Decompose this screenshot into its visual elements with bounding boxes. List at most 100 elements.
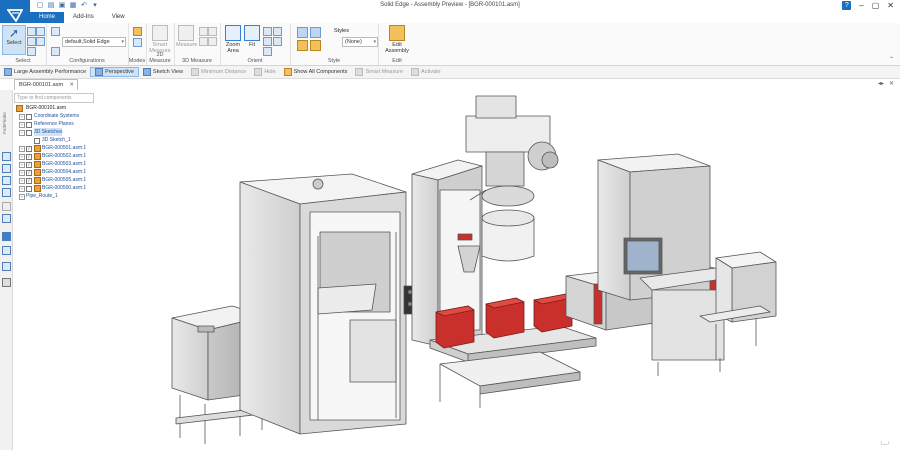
material-icon[interactable]	[297, 40, 308, 51]
save-config-icon[interactable]	[51, 47, 60, 56]
subassembly-icon	[34, 169, 41, 176]
view-triad-icon[interactable]: └─┘	[879, 442, 890, 448]
volume-icon[interactable]	[208, 37, 217, 46]
maximize-button[interactable]: ▢	[872, 1, 880, 10]
tab-home[interactable]: Home	[30, 12, 65, 23]
collapse-ribbon-icon[interactable]: ⌃	[889, 56, 894, 63]
tree-label: Reference Planes	[34, 121, 74, 127]
mode-toggle-icon[interactable]	[133, 38, 142, 47]
tree-label: Pipe_Route_1	[26, 193, 58, 199]
hide-button[interactable]: Hide	[250, 68, 279, 76]
configuration-value: default,Solid Edge	[65, 39, 110, 45]
tree-item[interactable]: + Pipe_Route_1	[14, 192, 114, 200]
box-select-icon[interactable]	[27, 37, 36, 46]
area-icon[interactable]	[199, 37, 208, 46]
properties-icon[interactable]	[2, 262, 11, 271]
view-orientation-icon[interactable]	[263, 47, 272, 56]
sensors-icon[interactable]	[2, 214, 11, 223]
tree-item[interactable]: + BGR-000500.asm:1	[14, 184, 114, 192]
modes-icon[interactable]	[133, 27, 142, 36]
distance-icon[interactable]	[199, 27, 208, 36]
expand-icon[interactable]: +	[19, 194, 25, 200]
tree-item[interactable]: + ✓ BGR-000505.asm:1	[14, 176, 114, 184]
views-icon[interactable]	[2, 188, 11, 197]
title-bar: ▢ ▤ ▣ ▦ ↶ ▾ Solid Edge - Assembly Previe…	[0, 0, 900, 12]
style-select[interactable]: (None) ▾	[342, 37, 378, 47]
sketch-view-button[interactable]: Sketch View	[139, 68, 187, 76]
spin-icon[interactable]	[273, 37, 282, 46]
shaded-edges-icon[interactable]	[310, 27, 321, 38]
configuration-icon[interactable]	[51, 27, 60, 36]
shaded-icon[interactable]	[297, 27, 308, 38]
tree-item[interactable]: + ✓ BGR-000504.asm:1	[14, 168, 114, 176]
select-filter-icon[interactable]	[36, 27, 45, 36]
document-tab-bar: BGR-000101.asm ✕ ◂▸ ✕	[0, 79, 900, 90]
activate-label: Activate	[421, 69, 441, 75]
show-all-components-button[interactable]: Show All Components	[280, 68, 352, 76]
filling-cabinet-left	[239, 173, 417, 435]
tree-label: Coordinate Systems	[34, 113, 80, 119]
assembly-model	[171, 95, 777, 444]
select-tool-icon[interactable]	[27, 27, 36, 36]
tree-item[interactable]: 3D Sketch_1	[14, 136, 114, 144]
close-icon[interactable]: ✕	[69, 80, 74, 90]
select-button[interactable]: ➚ Select	[2, 25, 26, 55]
tab-add-ins[interactable]: Add-Ins	[64, 12, 103, 23]
close-icon[interactable]: ✕	[889, 80, 894, 87]
edit-assembly-button[interactable]: Edit Assembly	[381, 25, 413, 54]
select-tools-icon[interactable]	[2, 176, 11, 185]
document-tab[interactable]: BGR-000101.asm ✕	[14, 79, 78, 90]
zoom-area-button[interactable]: Zoom Area	[223, 25, 243, 54]
tree-item[interactable]: + Coordinate Systems	[14, 112, 114, 120]
pathfinder-side-label[interactable]: PathFinder	[2, 94, 10, 134]
angle-icon[interactable]	[208, 27, 217, 36]
tree-item[interactable]: − 3D Sketches	[14, 128, 114, 136]
measure-3d-button[interactable]: Measure	[176, 25, 198, 48]
tree-label: BGR-000500.asm:1	[42, 185, 87, 191]
group-2d-measure: Smart Measure 2D Measure	[146, 23, 175, 65]
minimum-distance-button[interactable]: Minimum Distance	[187, 68, 250, 76]
window-title: Solid Edge - Assembly Preview - [BGR-000…	[380, 2, 520, 8]
tree-item[interactable]: + ✓ BGR-000501.asm:1	[14, 144, 114, 152]
lasso-select-icon[interactable]	[36, 37, 45, 46]
fit-label: Fit	[248, 42, 256, 48]
configuration-select[interactable]: default,Solid Edge ▾	[62, 37, 126, 47]
group-label-configurations: Configurations	[69, 58, 105, 64]
tree-label: 3D Sketches	[34, 128, 63, 136]
settings-icon[interactable]	[2, 278, 11, 287]
search-icon[interactable]	[2, 202, 11, 211]
help-icon[interactable]	[2, 232, 11, 241]
pathfinder-icon[interactable]	[2, 152, 11, 161]
zoom-icon[interactable]	[263, 27, 272, 36]
select-options-icon[interactable]	[27, 47, 36, 56]
tree-item[interactable]: + ✓ BGR-000502.asm:1	[14, 152, 114, 160]
assembly-icon	[16, 105, 23, 112]
tab-list-icon[interactable]: ◂▸	[878, 80, 884, 87]
subassembly-icon	[34, 185, 41, 192]
large-assembly-label: Large Assembly Performance	[14, 69, 87, 75]
measure-3d-label: Measure	[176, 42, 198, 48]
chevron-down-icon: ▾	[373, 39, 376, 45]
component-filter-input[interactable]: Type to find components	[14, 93, 94, 103]
style-value: (None)	[345, 39, 362, 45]
graphics-window[interactable]: └─┘	[114, 90, 900, 450]
tree-item[interactable]: + ✓ BGR-000503.asm:1	[14, 160, 114, 168]
activate-button[interactable]: Activate	[407, 68, 445, 76]
library-icon[interactable]	[2, 246, 11, 255]
face-style-icon[interactable]	[310, 40, 321, 51]
tab-view[interactable]: View	[103, 12, 134, 23]
layers-icon[interactable]	[2, 164, 11, 173]
large-assembly-performance-button[interactable]: Large Assembly Performance	[0, 68, 90, 76]
pan-icon[interactable]	[273, 27, 282, 36]
group-modes: Modes	[128, 23, 147, 65]
fit-button[interactable]: Fit	[244, 25, 260, 48]
tree-item[interactable]: + Reference Planes	[14, 120, 114, 128]
help-icon[interactable]: ?	[842, 1, 852, 10]
perspective-button[interactable]: Perspective	[90, 67, 139, 77]
minimize-button[interactable]: –	[859, 1, 863, 10]
smart-measure-button[interactable]: Smart Measure	[351, 68, 407, 76]
close-button[interactable]: ✕	[887, 1, 894, 10]
rotate-icon[interactable]	[263, 37, 272, 46]
smart-measure-2d-button[interactable]: Smart Measure	[149, 25, 171, 54]
tree-root[interactable]: BGR-000101.asm	[14, 104, 114, 112]
